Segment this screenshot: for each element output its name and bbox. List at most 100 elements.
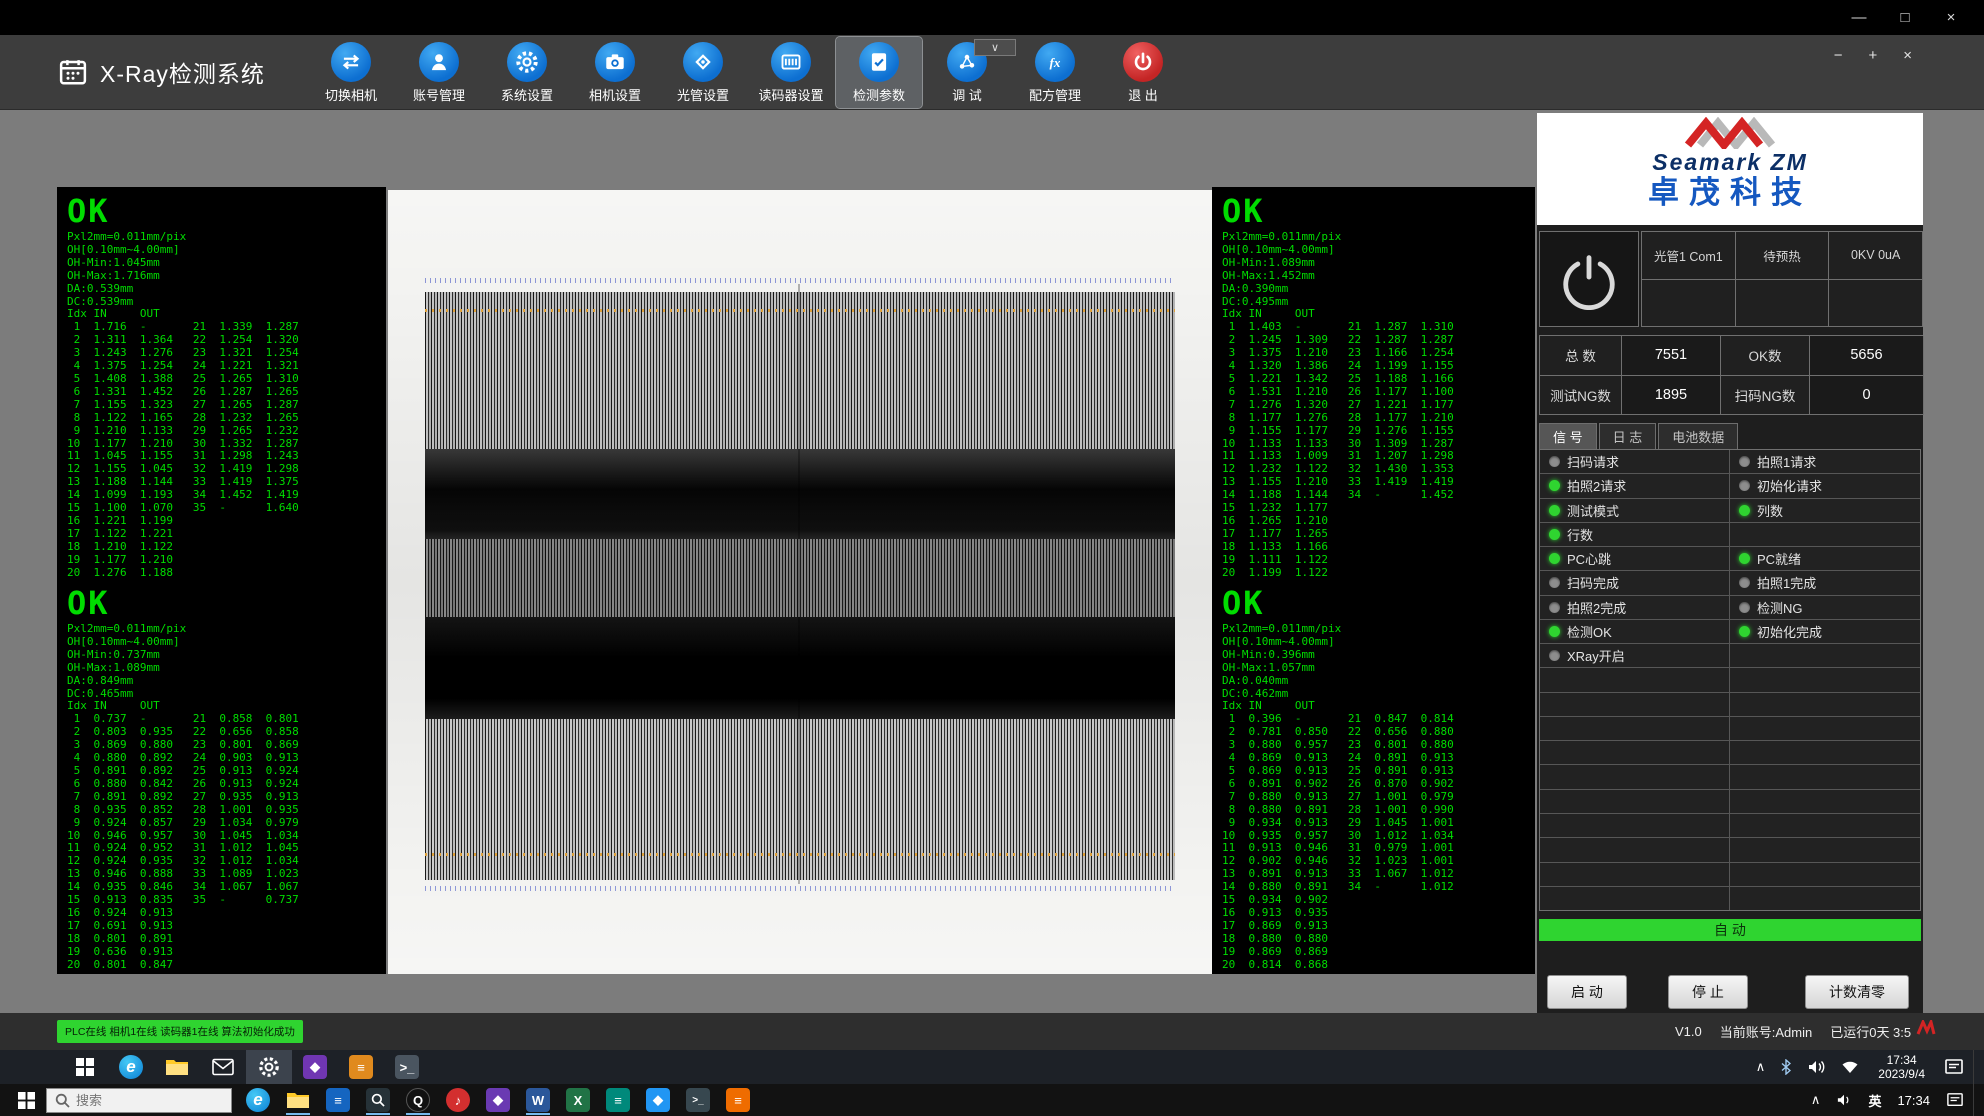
grid-empty-cell <box>1540 790 1730 813</box>
taskbar2-excel[interactable]: X <box>558 1084 598 1116</box>
barcode-icon <box>771 42 811 82</box>
tab-log[interactable]: 日 志 <box>1599 423 1657 449</box>
taskbar2-terminal[interactable]: >_ <box>678 1084 718 1116</box>
signal-pc-heartbeat: PC心跳 <box>1540 547 1730 570</box>
grid-empty-cell <box>1540 717 1730 740</box>
minimize-button[interactable]: — <box>1836 0 1882 35</box>
toolbar-item-inspect-params[interactable]: 检测参数 <box>836 37 922 108</box>
taskbar-file-explorer[interactable] <box>154 1050 200 1084</box>
taskbar-mail[interactable] <box>200 1050 246 1084</box>
volume-icon[interactable] <box>1800 1050 1832 1084</box>
dark-band-lower <box>425 617 1175 719</box>
bluetooth-icon[interactable] <box>1774 1050 1798 1084</box>
toolbar-item-barcode-settings[interactable]: 读码器设置 <box>748 37 834 108</box>
tray-expand-chevron[interactable]: ∧ <box>1804 1084 1828 1116</box>
signal-scan-done: 扫码完成 <box>1540 571 1730 594</box>
signal-dot <box>1739 602 1750 613</box>
app-maximize-button[interactable]: + <box>1868 47 1877 64</box>
maximize-button[interactable]: □ <box>1882 0 1928 35</box>
clock-time[interactable]: 17:34 <box>1890 1084 1937 1116</box>
gear-icon <box>258 1056 280 1078</box>
toolbar-item-recipe[interactable]: fx 配方管理 <box>1012 37 1098 108</box>
taskbar2-app-blue2[interactable]: ◆ <box>638 1084 678 1116</box>
taskbar-primary: e ◆ ≡ >_ ∧ 17:34 2023/9/4 <box>0 1050 1984 1084</box>
taskbar2-word[interactable]: W <box>518 1084 558 1116</box>
measurement-panel-left: OK Pxl2mm=0.011mm/pix OH[0.10mm~4.00mm] … <box>57 187 386 974</box>
toolbar-item-account[interactable]: 账号管理 <box>396 37 482 108</box>
tube-cell-empty <box>1642 280 1736 328</box>
search-input[interactable] <box>76 1093 216 1108</box>
result-status: OK <box>57 191 386 231</box>
mail-icon <box>212 1058 234 1076</box>
tab-signals[interactable]: 信 号 <box>1539 423 1597 449</box>
taskbar2-qq[interactable]: Q <box>398 1084 438 1116</box>
tube-kv-ua: 0KV 0uA <box>1829 232 1923 280</box>
tip-marker-line-bottom <box>425 853 1175 856</box>
os-titlebar: — □ × <box>0 0 1984 35</box>
measurement-lines: Pxl2mm=0.011mm/pix OH[0.10mm~4.00mm] OH-… <box>57 623 386 971</box>
xray-power-button[interactable] <box>1539 231 1639 327</box>
grid-empty-cell <box>1540 693 1730 716</box>
app-icon: >_ <box>395 1055 419 1079</box>
taskbar2-search-tool[interactable] <box>358 1084 398 1116</box>
taskbar2-app-teal[interactable]: ≡ <box>598 1084 638 1116</box>
stop-button[interactable]: 停 止 <box>1668 975 1748 1009</box>
counter-reset-button[interactable]: 计数清零 <box>1805 975 1909 1009</box>
app-icon: ≡ <box>606 1088 630 1112</box>
toolbar-expand-button[interactable]: ∨ <box>974 39 1016 56</box>
start-button-secondary[interactable] <box>6 1084 46 1116</box>
signal-dot <box>1549 553 1560 564</box>
taskbar-folder-orange[interactable]: ≡ <box>338 1050 384 1084</box>
grid-empty-cell <box>1730 887 1920 910</box>
ime-indicator[interactable]: 英 <box>1861 1084 1888 1116</box>
qq-icon: Q <box>406 1088 430 1112</box>
taskbar-clock[interactable]: 17:34 2023/9/4 <box>1868 1053 1935 1081</box>
show-desktop-button[interactable] <box>1973 1050 1978 1084</box>
taskbar2-app-blue[interactable]: ≡ <box>318 1084 358 1116</box>
toolbar-item-camera-settings[interactable]: 相机设置 <box>572 37 658 108</box>
signal-label: 行数 <box>1567 525 1593 544</box>
grid-empty-cell <box>1540 765 1730 788</box>
start-button[interactable] <box>62 1050 108 1084</box>
grid-empty-cell <box>1730 668 1920 691</box>
toolbar-item-system-settings[interactable]: 系统设置 <box>484 37 570 108</box>
volume-icon[interactable] <box>1829 1084 1859 1116</box>
action-center-icon[interactable] <box>1939 1084 1971 1116</box>
show-desktop-button[interactable] <box>1973 1084 1978 1116</box>
magnifier-icon <box>366 1088 390 1112</box>
windows-start-icon <box>18 1092 35 1109</box>
app-minimize-button[interactable]: − <box>1834 47 1843 64</box>
taskbar-edge[interactable]: e <box>108 1050 154 1084</box>
counter-label-total: 总 数 <box>1540 336 1622 376</box>
toolbar-item-exit[interactable]: 退 出 <box>1100 37 1186 108</box>
company-name: 卓茂科技 <box>1537 175 1923 211</box>
signal-dot <box>1549 529 1560 540</box>
auto-mode-button[interactable]: 自 动 <box>1539 919 1921 941</box>
signal-dot <box>1549 650 1560 661</box>
network-icon[interactable] <box>1834 1050 1866 1084</box>
taskbar-app-purple[interactable]: ◆ <box>292 1050 338 1084</box>
clock-date: 2023/9/4 <box>1878 1067 1925 1081</box>
taskbar-app-dark[interactable]: >_ <box>384 1050 430 1084</box>
signal-grid: 扫码请求 拍照1请求 拍照2请求 初始化请求 测试模式 列数 行数 PC心跳 P… <box>1539 449 1921 911</box>
taskbar2-edge[interactable]: e <box>238 1084 278 1116</box>
edge-icon: e <box>119 1055 143 1079</box>
app-close-button[interactable]: × <box>1903 47 1912 64</box>
close-button[interactable]: × <box>1928 0 1974 35</box>
app-icon: ◆ <box>646 1088 670 1112</box>
word-icon: W <box>526 1088 550 1112</box>
tab-battery-data[interactable]: 电池数据 <box>1658 423 1738 449</box>
taskbar2-music[interactable]: ♪ <box>438 1084 478 1116</box>
taskbar-xray-app[interactable] <box>246 1050 292 1084</box>
taskbar2-app-orange[interactable]: ≡ <box>718 1084 758 1116</box>
tray-expand-chevron[interactable]: ∧ <box>1749 1050 1773 1084</box>
start-button[interactable]: 启 动 <box>1547 975 1627 1009</box>
toolbar-item-switch-camera[interactable]: 切换相机 <box>308 37 394 108</box>
taskbar2-file-explorer[interactable] <box>278 1084 318 1116</box>
taskbar-search[interactable] <box>46 1088 232 1113</box>
action-center-icon[interactable] <box>1937 1050 1971 1084</box>
toolbar-item-tube-settings[interactable]: 光管设置 <box>660 37 746 108</box>
signal-dot <box>1549 505 1560 516</box>
taskbar2-app-purple[interactable]: ◆ <box>478 1084 518 1116</box>
app-logo-icon <box>58 57 88 87</box>
